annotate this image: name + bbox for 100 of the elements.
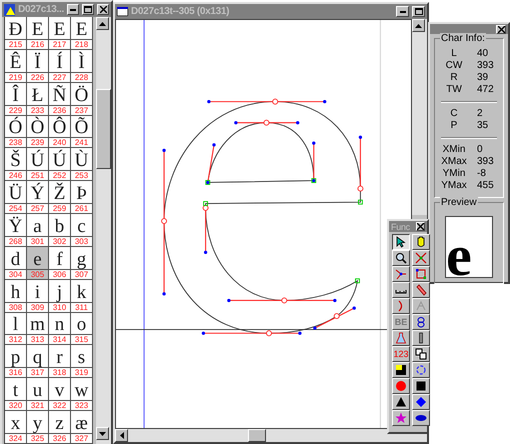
glyph-cell[interactable]: w 323 <box>71 378 93 412</box>
glyph-cell[interactable]: Ô 240 <box>49 116 71 148</box>
glyph: t <box>12 379 20 400</box>
glyph-cell[interactable]: Ð 215 <box>5 17 27 50</box>
glyph-cell[interactable]: z 326 <box>49 411 71 444</box>
glyph-cell[interactable]: u 321 <box>27 378 49 412</box>
info-value: 0 <box>476 144 484 156</box>
glyph-cell[interactable]: x 324 <box>5 411 27 444</box>
glyph-cell[interactable]: e 305 <box>27 246 49 280</box>
glyph-cell[interactable]: Ý 257 <box>27 181 49 214</box>
close-button[interactable] <box>416 222 425 231</box>
glyph-cell[interactable]: Ñ 236 <box>49 82 71 116</box>
node-tool-button[interactable] <box>392 266 410 282</box>
glyph-cell[interactable]: i 309 <box>27 280 49 313</box>
glyph-cell[interactable]: Î 229 <box>5 82 27 116</box>
glyph-cell[interactable]: Õ 241 <box>71 116 93 148</box>
glyph-cell[interactable]: r 318 <box>49 345 71 378</box>
glyph-cell[interactable]: Ü 254 <box>5 181 27 214</box>
maximize-button[interactable] <box>412 6 425 17</box>
glyph-cell[interactable]: y 325 <box>27 411 49 444</box>
glyph-cell[interactable]: f 306 <box>49 246 71 280</box>
ruler-tool-button[interactable] <box>392 282 410 298</box>
glyph-cell[interactable]: s 319 <box>71 345 93 378</box>
scroll-down-button[interactable] <box>96 427 109 440</box>
glyph-cell[interactable]: Ö 237 <box>71 82 93 116</box>
horizontal-scrollbar[interactable] <box>115 429 427 442</box>
glyph: s <box>76 346 86 368</box>
glyph-cell[interactable]: Ó 238 <box>5 116 27 148</box>
glyph-cell[interactable]: p 316 <box>5 345 27 378</box>
glyph-cell[interactable]: Ê 219 <box>5 50 27 83</box>
glyph-cell[interactable]: c 303 <box>71 214 93 247</box>
glyph-cell[interactable]: h 308 <box>5 280 27 313</box>
glyph-outline-drawing[interactable] <box>161 98 364 336</box>
glyph-cell[interactable]: n 314 <box>49 312 71 346</box>
glyph-cell[interactable]: Ì 228 <box>71 50 93 83</box>
glyph-cell[interactable]: Ÿ 268 <box>5 214 27 247</box>
glyph: d <box>10 248 22 269</box>
glyph-cell[interactable]: E 216 <box>27 17 49 50</box>
cross-tool-button[interactable] <box>412 250 430 266</box>
scroll-up-button[interactable] <box>96 17 109 30</box>
maximize-button[interactable] <box>82 4 94 15</box>
glyph-cell[interactable]: m 313 <box>27 312 49 346</box>
info-value: 2 <box>476 108 484 120</box>
glyph-cell[interactable]: b 302 <box>49 214 71 247</box>
glyph-cell[interactable]: v 322 <box>49 378 71 412</box>
scroll-thumb[interactable] <box>248 429 266 442</box>
glyph-cell[interactable]: Ł 233 <box>27 82 49 116</box>
scroll-left-button[interactable] <box>115 429 128 442</box>
ellipse-tool-button[interactable] <box>412 410 430 426</box>
glyph-code: 240 <box>49 137 70 148</box>
frame-tool-button[interactable] <box>412 266 430 282</box>
fill-tool-button[interactable] <box>392 362 410 378</box>
glyph-cell[interactable]: o 315 <box>71 312 93 346</box>
ellipse-icon <box>415 412 427 424</box>
glyph-cell[interactable]: Ž 259 <box>49 181 71 214</box>
glyph-cell[interactable]: q 317 <box>27 345 49 378</box>
glyph-code: 239 <box>27 137 48 148</box>
curve-tool-button[interactable] <box>392 298 410 314</box>
flask-tool-button[interactable] <box>392 330 410 346</box>
star-icon <box>395 412 407 424</box>
minimize-button[interactable] <box>67 4 79 15</box>
glyph-cell[interactable]: d 304 <box>5 246 27 280</box>
scroll-thumb[interactable] <box>96 89 111 169</box>
glyph-cell[interactable]: æ 327 <box>71 411 93 444</box>
glyph-cell[interactable]: E 217 <box>49 17 71 50</box>
glyph-cell[interactable]: a 301 <box>27 214 49 247</box>
circle-tool-button[interactable] <box>392 378 410 394</box>
glyph-cell[interactable]: Ï 226 <box>27 50 49 83</box>
scroll-up-button[interactable] <box>412 19 425 32</box>
glyph-code: 323 <box>71 400 92 410</box>
glyph-code: 318 <box>49 367 70 378</box>
bar-tool-button[interactable] <box>412 330 430 346</box>
triangle-tool-button[interactable] <box>392 394 410 410</box>
info-label: XMin <box>442 144 466 156</box>
glyph-cell[interactable]: Š 246 <box>5 148 27 182</box>
glyph-cell[interactable]: j 310 <box>49 280 71 313</box>
glyph-cell[interactable]: Í 227 <box>49 50 71 83</box>
glyph-cell[interactable]: E 218 <box>71 17 93 50</box>
glyph-cell[interactable]: l 312 <box>5 312 27 346</box>
loop-tool-button[interactable] <box>412 314 430 330</box>
square-tool-button[interactable] <box>412 378 430 394</box>
glyph-cell[interactable]: g 307 <box>71 246 93 280</box>
diamond-tool-button[interactable] <box>412 394 430 410</box>
magnifier-tool-button[interactable] <box>392 250 410 266</box>
close-button[interactable] <box>496 24 506 34</box>
glyph-cell[interactable]: Ù 253 <box>71 148 93 182</box>
vertical-scrollbar[interactable] <box>412 19 427 215</box>
glyph-cell[interactable]: t 320 <box>5 378 27 412</box>
copy-tool-button[interactable] <box>412 346 430 362</box>
vertical-scrollbar[interactable] <box>96 17 111 444</box>
glyph-cell[interactable]: Ò 239 <box>27 116 49 148</box>
glyph-cell[interactable]: Ú 251 <box>27 148 49 182</box>
info-value: 455 <box>476 180 495 192</box>
up-arrow-icon <box>99 22 106 26</box>
glyph-cell[interactable]: Ú 252 <box>49 148 71 182</box>
glyph-cell[interactable]: Þ 261 <box>71 181 93 214</box>
glyph-cell[interactable]: k 311 <box>71 280 93 313</box>
star-tool-button[interactable] <box>392 410 410 426</box>
minimize-button[interactable] <box>396 6 409 17</box>
pointer-tool-button[interactable] <box>392 234 410 250</box>
